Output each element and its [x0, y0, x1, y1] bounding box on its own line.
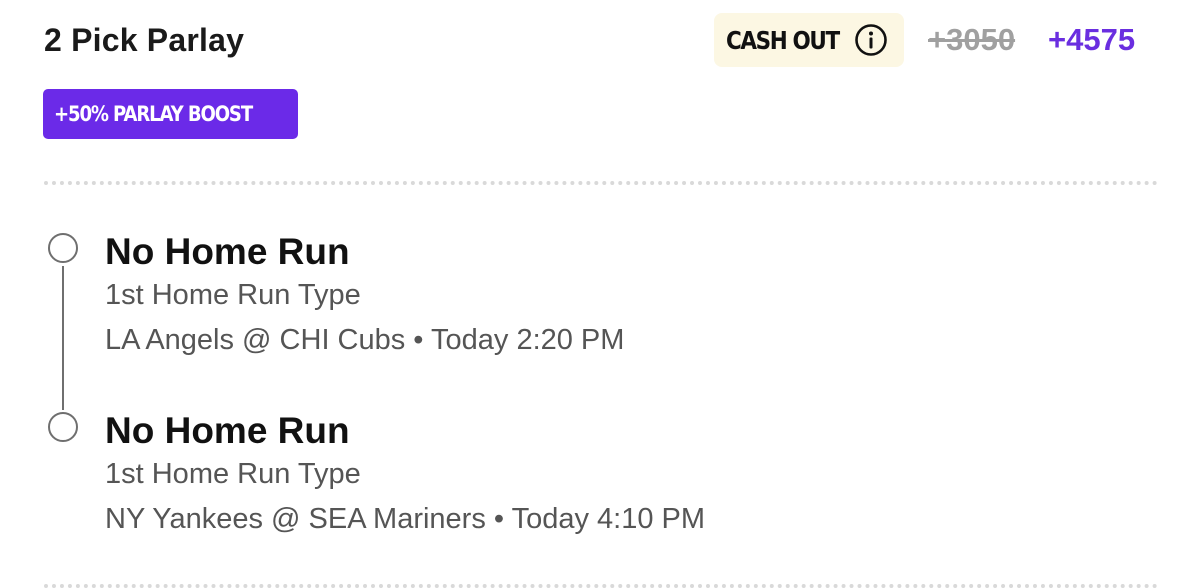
parlay-boost-badge[interactable]: +50% PARLAY BOOST [43, 89, 329, 139]
leg-connector-line [62, 266, 64, 410]
divider [44, 584, 1158, 588]
bet-title: 2 Pick Parlay [44, 22, 245, 58]
parlay-bet-card: 2 Pick Parlay CASH OUT +3050 +4575 +50% … [0, 0, 1200, 588]
leg-status-circle-icon [48, 233, 78, 263]
leg-game-info: LA Angels @ CHI Cubs • Today 2:20 PM [105, 324, 625, 356]
original-odds: +3050 [928, 22, 1016, 57]
cash-out-button[interactable]: CASH OUT [714, 13, 904, 67]
leg-game-info: NY Yankees @ SEA Mariners • Today 4:10 P… [105, 503, 706, 535]
divider [44, 181, 1158, 185]
leg-selection: No Home Run [105, 231, 350, 272]
parlay-boost-label: +50% PARLAY BOOST [54, 102, 253, 126]
parlay-leg: No Home Run 1st Home Run Type NY Yankees… [105, 411, 705, 540]
leg-status-circle-icon [48, 412, 78, 442]
leg-market: 1st Home Run Type [105, 279, 361, 311]
info-icon[interactable] [308, 103, 330, 125]
parlay-leg: No Home Run 1st Home Run Type LA Angels … [105, 232, 624, 361]
leg-selection: No Home Run [105, 410, 350, 451]
info-icon[interactable] [854, 23, 888, 57]
cash-out-label: CASH OUT [726, 25, 840, 55]
boosted-odds: +4575 [1048, 22, 1136, 57]
leg-market: 1st Home Run Type [105, 458, 361, 490]
